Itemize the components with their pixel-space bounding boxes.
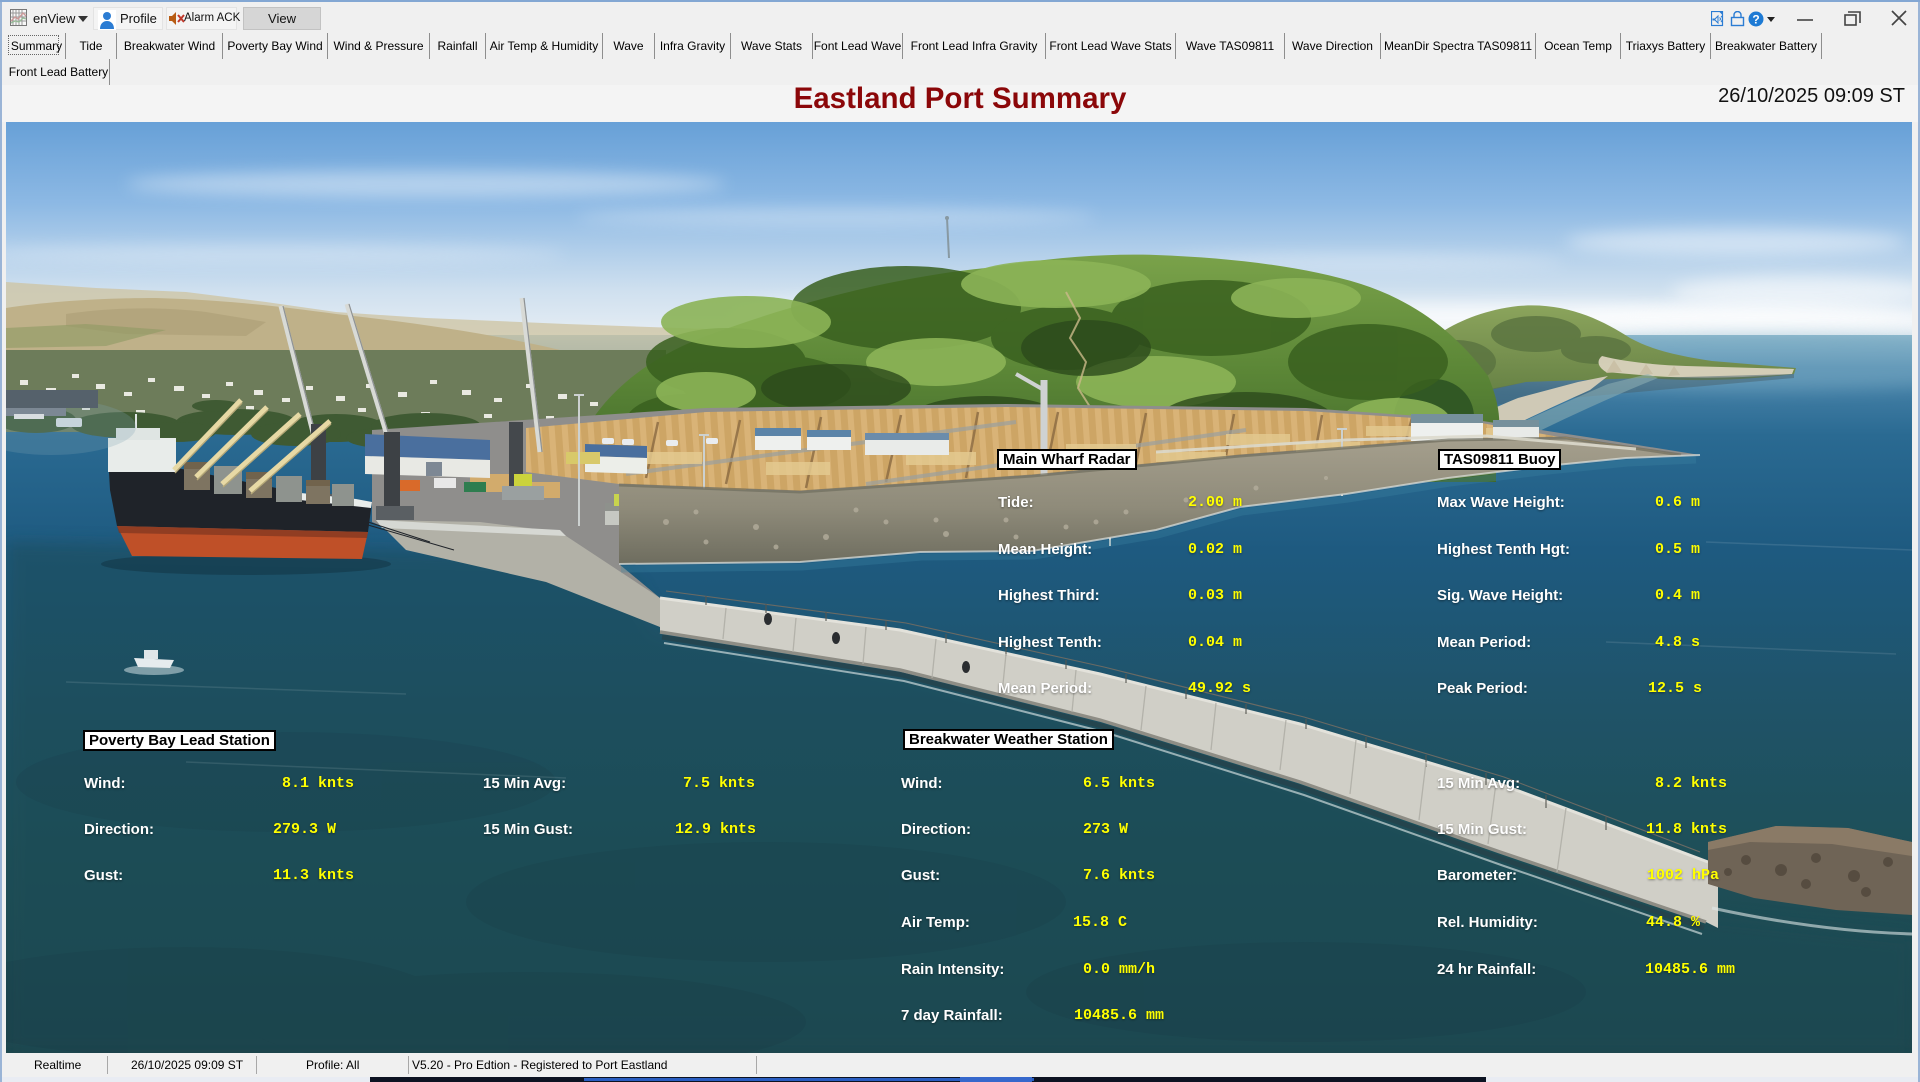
svg-text:?: ? — [1752, 13, 1759, 27]
